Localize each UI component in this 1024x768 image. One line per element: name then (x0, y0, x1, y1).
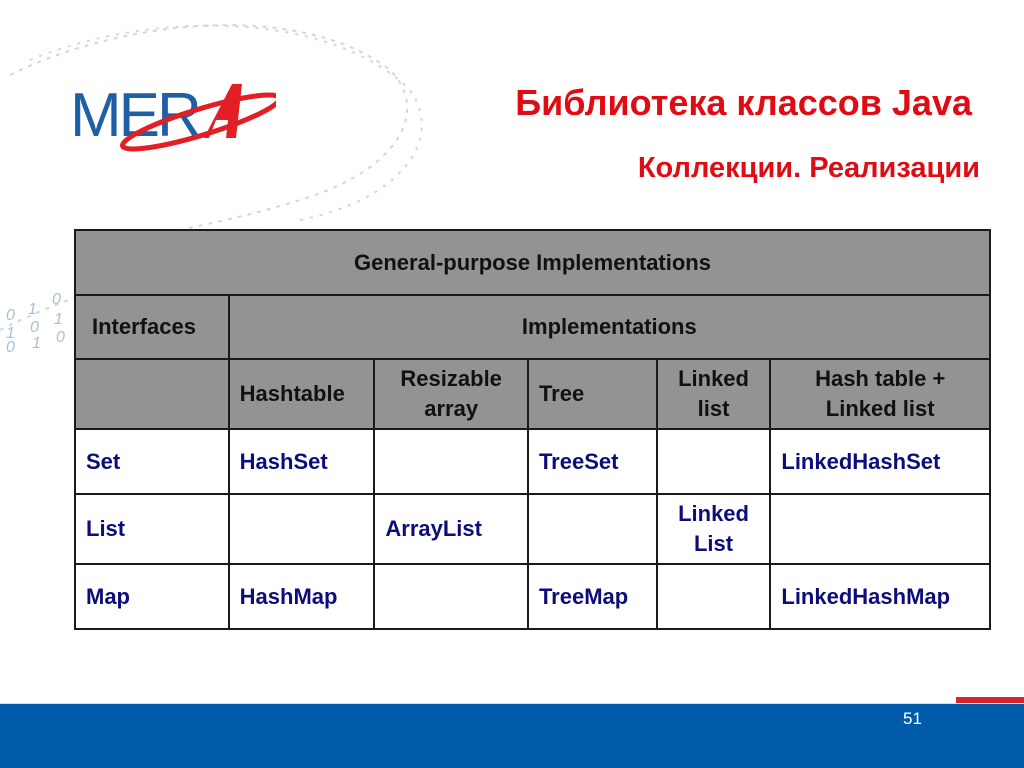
table-cell: HashSet (227, 428, 376, 495)
interface-cell: List (74, 493, 230, 565)
svg-text:0: 0 (6, 339, 15, 356)
table-cell: Linked List (655, 493, 772, 565)
table-cell: LinkedHashSet (769, 428, 991, 495)
table-cell (227, 493, 376, 565)
slide-title: Библиотека классов Java (515, 82, 972, 123)
svg-text:0: 0 (6, 307, 15, 324)
page-number: 51 (903, 709, 922, 728)
table-cell (373, 428, 529, 495)
table-cell (373, 563, 529, 630)
table-cell: HashMap (227, 563, 376, 630)
table-row: List ArrayList Linked List (74, 493, 991, 565)
slide-subtitle: Коллекции. Реализации (637, 152, 980, 184)
table-cell (655, 563, 772, 630)
table-cell (526, 493, 658, 565)
implementations-table: General-purpose Implementations Interfac… (74, 229, 992, 630)
interface-cell: Map (74, 563, 230, 630)
svg-text:1: 1 (54, 311, 63, 328)
interfaces-header: Interfaces (74, 294, 230, 360)
column-header-linked-list: Linked list (655, 358, 772, 430)
svg-text:0: 0 (56, 329, 65, 346)
table-caption-row: General-purpose Implementations (74, 229, 991, 296)
implementations-header: Implementations (227, 294, 992, 360)
table-caption: General-purpose Implementations (74, 229, 991, 296)
empty-header-cell (74, 358, 230, 430)
table-column-header-row: Hashtable Resizable array Tree Linked li… (74, 358, 991, 430)
table-cell: LinkedHashMap (769, 563, 991, 630)
column-header-hash-table-linked-list: Hash table + Linked list (769, 358, 991, 430)
table-cell: TreeSet (526, 428, 658, 495)
table-group-header-row: Interfaces Implementations (74, 294, 992, 360)
svg-text:1: 1 (28, 301, 37, 318)
column-header-resizable-array: Resizable array (373, 358, 529, 430)
svg-text:1: 1 (32, 335, 41, 352)
column-header-tree: Tree (526, 358, 658, 430)
table-cell (655, 428, 772, 495)
table-row: Set HashSet TreeSet LinkedHashSet (74, 428, 991, 495)
table-cell (769, 493, 991, 565)
column-header-hashtable: Hashtable (227, 358, 376, 430)
svg-text:0: 0 (52, 291, 61, 308)
table-cell: TreeMap (526, 563, 658, 630)
mera-logo: MER (70, 81, 276, 152)
table-row: Map HashMap TreeMap LinkedHashMap (74, 563, 991, 630)
interface-cell: Set (74, 428, 230, 495)
footer-band (0, 703, 1024, 768)
table-cell: ArrayList (373, 493, 529, 565)
svg-text:0: 0 (30, 319, 39, 336)
